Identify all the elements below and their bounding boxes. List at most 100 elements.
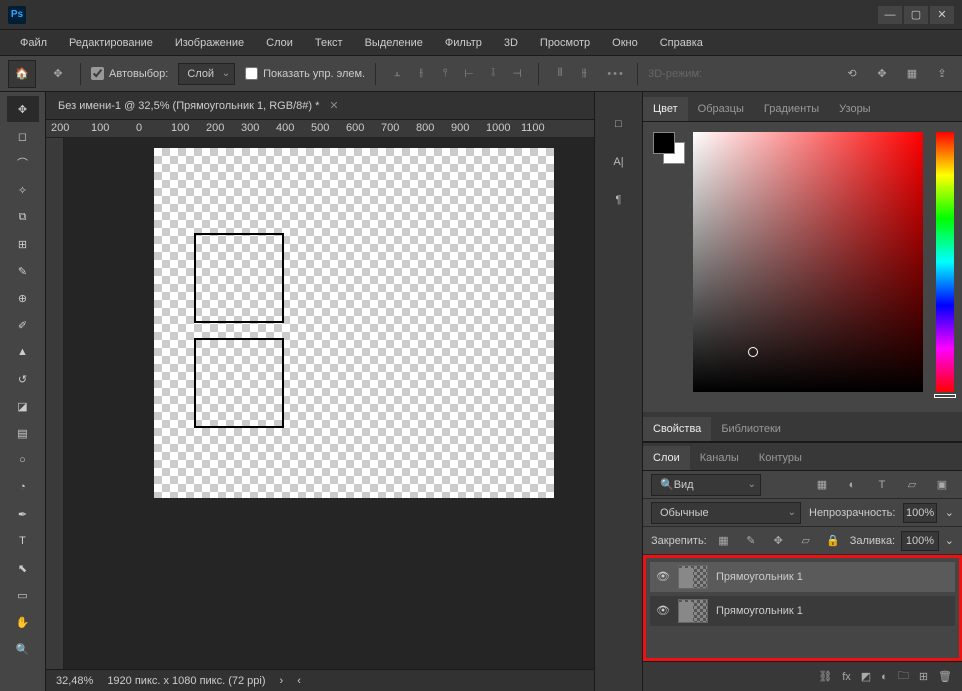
align-bottom-icon[interactable]: ⫯	[434, 63, 456, 85]
layer-thumbnail[interactable]	[678, 565, 708, 589]
lasso-tool[interactable]: ⌒	[7, 150, 39, 176]
document-tab[interactable]: Без имени-1 @ 32,5% (Прямоугольник 1, RG…	[46, 92, 594, 120]
eraser-tool[interactable]: ◪	[7, 393, 39, 419]
marquee-tool[interactable]: ◻	[7, 123, 39, 149]
stamp-tool[interactable]: ▲	[7, 339, 39, 365]
move-tool[interactable]: ✥	[7, 96, 39, 122]
adjustment-icon[interactable]: ◐	[881, 671, 888, 683]
canvas[interactable]	[64, 138, 594, 669]
crop-tool[interactable]: ⧉	[7, 204, 39, 230]
panel-paragraph-icon[interactable]: ¶	[607, 188, 631, 212]
tab-channels[interactable]: Каналы	[690, 446, 749, 470]
pan3d-icon[interactable]: ✥	[870, 62, 894, 86]
fill-dropdown-icon[interactable]: ⌄	[945, 534, 954, 547]
maximize-button[interactable]: ▢	[904, 6, 928, 24]
type-tool[interactable]: T	[7, 528, 39, 554]
zoom-tool[interactable]: 🔍	[7, 636, 39, 662]
lock-artboard-icon[interactable]: ▱	[795, 529, 816, 553]
rectangle-1[interactable]	[194, 233, 284, 323]
filter-smart-icon[interactable]: ▣	[930, 473, 954, 497]
layer-thumbnail[interactable]	[678, 599, 708, 623]
layer-name[interactable]: Прямоугольник 1	[716, 571, 803, 583]
artboard[interactable]	[154, 148, 554, 498]
brush-tool[interactable]: ✐	[7, 312, 39, 338]
close-button[interactable]: ✕	[930, 6, 954, 24]
gradient-tool[interactable]: ▤	[7, 420, 39, 446]
mask-icon[interactable]: ◩	[861, 670, 871, 683]
share-icon[interactable]: ⇪	[930, 62, 954, 86]
filter-pixel-icon[interactable]: ▦	[810, 473, 834, 497]
lock-trans-icon[interactable]: ▦	[713, 529, 734, 553]
autoselect-checkbox[interactable]: Автовыбор:	[91, 67, 168, 80]
layer-name[interactable]: Прямоугольник 1	[716, 605, 803, 617]
menu-text[interactable]: Текст	[305, 33, 353, 53]
dodge-tool[interactable]: ◔	[7, 474, 39, 500]
tab-gradients[interactable]: Градиенты	[754, 97, 829, 121]
tab-properties[interactable]: Свойства	[643, 417, 711, 441]
menu-image[interactable]: Изображение	[165, 33, 254, 53]
orbit-icon[interactable]: ⟲	[840, 62, 864, 86]
menu-help[interactable]: Справка	[650, 33, 713, 53]
distribute-v-icon[interactable]: ⫵	[573, 63, 595, 85]
tab-libraries[interactable]: Библиотеки	[711, 417, 791, 441]
align-left-icon[interactable]: ⊢	[458, 63, 480, 85]
frame-tool[interactable]: ⊞	[7, 231, 39, 257]
menu-window[interactable]: Окно	[602, 33, 648, 53]
show-controls-checkbox[interactable]: Показать упр. элем.	[245, 67, 365, 80]
lock-position-icon[interactable]: ✥	[768, 529, 789, 553]
align-top-icon[interactable]: ⫠	[386, 63, 408, 85]
menu-filter[interactable]: Фильтр	[435, 33, 492, 53]
align-hmid-icon[interactable]: ⫱	[482, 63, 504, 85]
tab-swatches[interactable]: Образцы	[688, 97, 754, 121]
heal-tool[interactable]: ⊕	[7, 285, 39, 311]
shape-tool[interactable]: ▭	[7, 582, 39, 608]
tab-layers[interactable]: Слои	[643, 446, 690, 470]
filter-adjust-icon[interactable]: ◐	[840, 473, 864, 497]
group-icon[interactable]: 🗀	[898, 667, 909, 686]
move-tool-icon[interactable]: ✥	[46, 62, 70, 86]
autoselect-target-dropdown[interactable]: Слой	[178, 63, 235, 85]
status-nav-icon[interactable]: ‹	[297, 675, 301, 687]
new-layer-icon[interactable]: ⊞	[919, 670, 928, 683]
blend-mode-dropdown[interactable]: Обычные	[651, 502, 801, 524]
zoom-value[interactable]: 32,48%	[56, 675, 93, 687]
menu-view[interactable]: Просмотр	[530, 33, 600, 53]
color-picker[interactable]	[693, 132, 923, 392]
status-more-icon[interactable]: ›	[280, 675, 284, 687]
eyedropper-tool[interactable]: ✎	[7, 258, 39, 284]
tab-patterns[interactable]: Узоры	[829, 97, 880, 121]
minimize-button[interactable]: —	[878, 6, 902, 24]
menu-select[interactable]: Выделение	[355, 33, 433, 53]
filter-type-icon[interactable]: T	[870, 473, 894, 497]
panel-char-icon[interactable]: A|	[607, 150, 631, 174]
menu-edit[interactable]: Редактирование	[59, 33, 163, 53]
hue-indicator[interactable]	[934, 394, 956, 398]
tab-paths[interactable]: Контуры	[749, 446, 812, 470]
more-options-button[interactable]: •••	[605, 63, 627, 85]
foreground-color[interactable]	[653, 132, 675, 154]
filter-shape-icon[interactable]: ▱	[900, 473, 924, 497]
rectangle-2[interactable]	[194, 338, 284, 428]
picker-indicator[interactable]	[748, 347, 758, 357]
tab-color[interactable]: Цвет	[643, 97, 688, 121]
menu-layer[interactable]: Слои	[256, 33, 303, 53]
home-button[interactable]: 🏠	[8, 60, 36, 88]
fill-value[interactable]: 100%	[901, 531, 939, 551]
history-brush-tool[interactable]: ↺	[7, 366, 39, 392]
hand-tool[interactable]: ✋	[7, 609, 39, 635]
layer-search[interactable]: 🔍 Вид	[651, 474, 761, 496]
close-tab-icon[interactable]: ✕	[329, 99, 338, 112]
path-select-tool[interactable]: ⬉	[7, 555, 39, 581]
opacity-value[interactable]: 100%	[903, 503, 936, 523]
delete-layer-icon[interactable]: 🗑	[938, 670, 952, 683]
menu-file[interactable]: Файл	[10, 33, 57, 53]
link-layers-icon[interactable]: ⛓	[818, 670, 832, 683]
visibility-icon[interactable]: 👁	[656, 570, 670, 584]
wand-tool[interactable]: ✧	[7, 177, 39, 203]
pen-tool[interactable]: ✒	[7, 501, 39, 527]
layer-item[interactable]: 👁 Прямоугольник 1	[650, 596, 955, 626]
artboard-icon[interactable]: ▦	[900, 62, 924, 86]
align-right-icon[interactable]: ⊣	[506, 63, 528, 85]
lock-pixels-icon[interactable]: ✎	[740, 529, 761, 553]
blur-tool[interactable]: ○	[7, 447, 39, 473]
